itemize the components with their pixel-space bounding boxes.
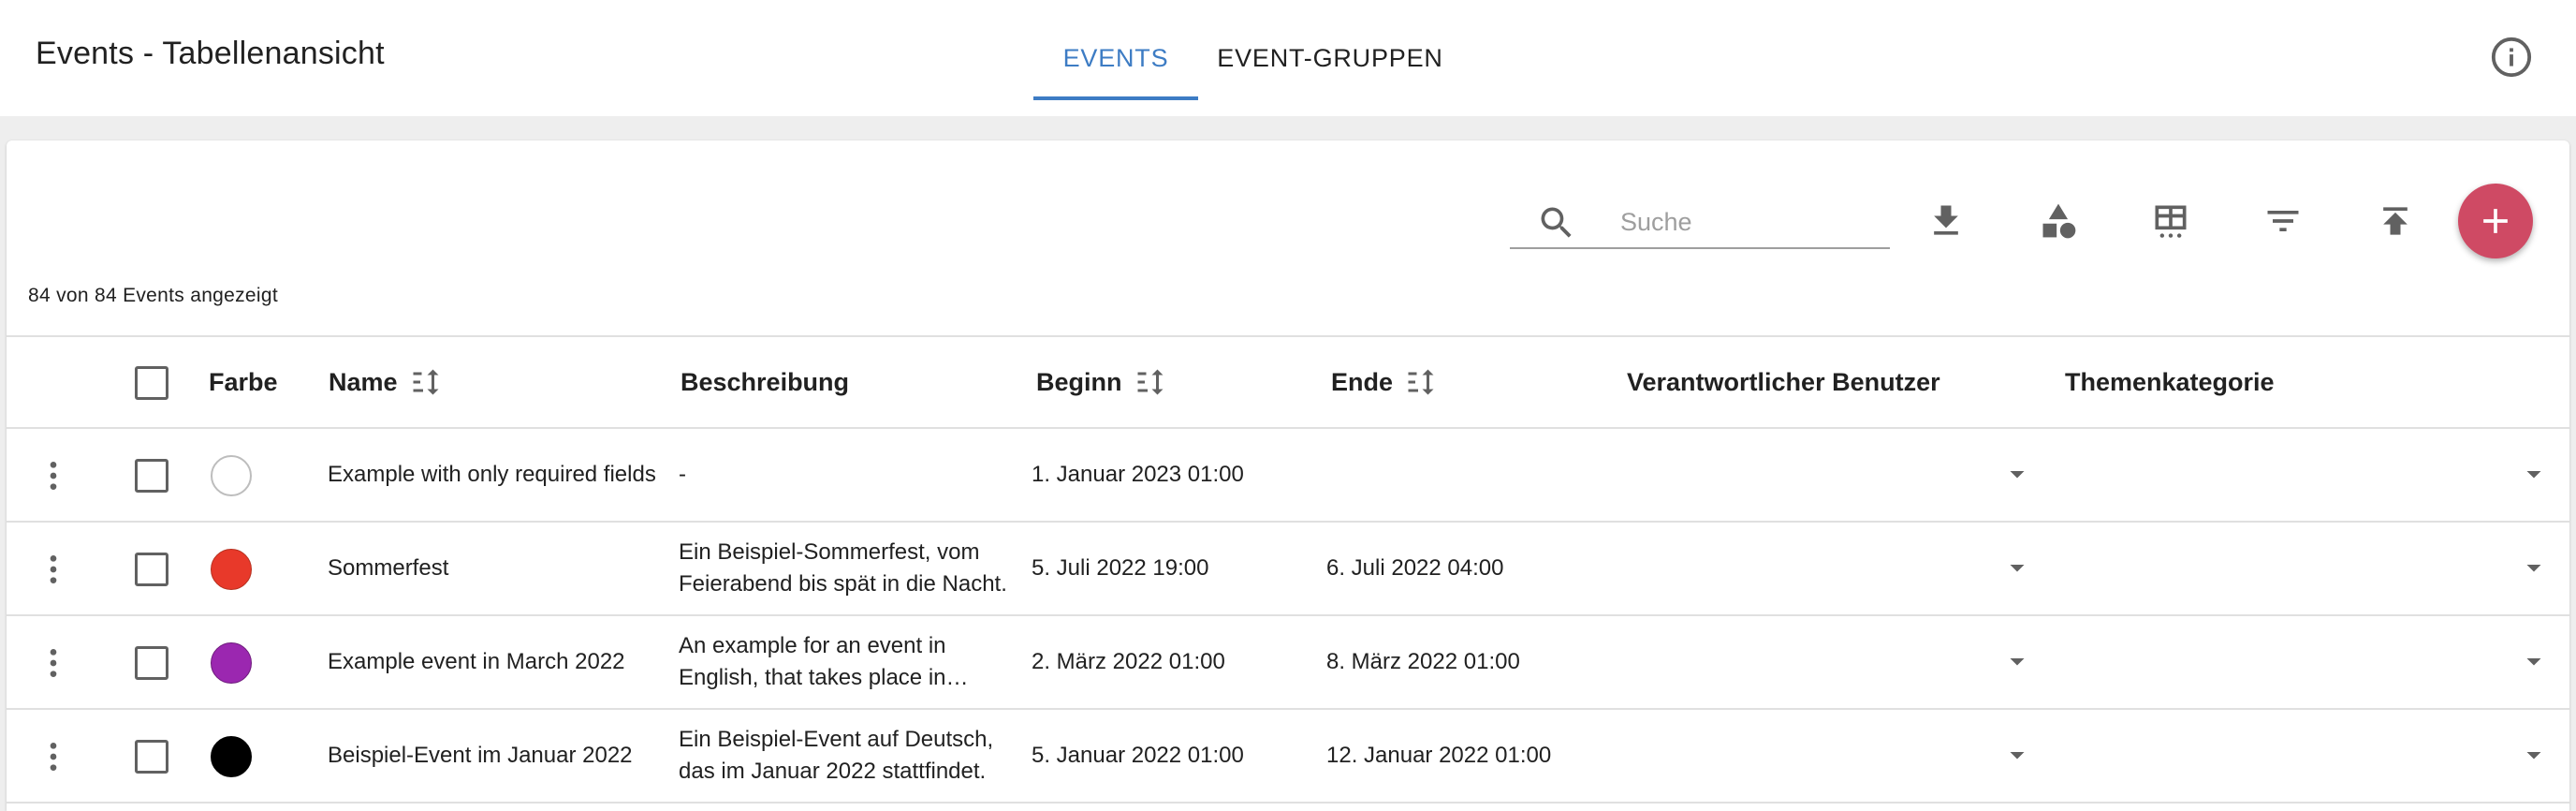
table-row[interactable]: Example with only required fields - 1. J… <box>7 429 2569 523</box>
event-start: 5. Juli 2022 19:00 <box>1032 555 1209 581</box>
sort-icon[interactable] <box>1134 365 1167 399</box>
table-row[interactable]: Sommerfest Ein Beispiel-Sommerfest, vom … <box>7 523 2569 616</box>
color-swatch <box>211 642 252 684</box>
event-description-cell: Ein Beispiel-Sommerfest, vom Feierabend … <box>679 523 1010 614</box>
responsible-user-dropdown-icon[interactable] <box>2000 551 2034 584</box>
topic-category-dropdown-icon[interactable] <box>2517 644 2551 678</box>
event-name: Example event in March 2022 <box>328 649 625 674</box>
row-menu-icon[interactable] <box>35 549 72 590</box>
column-header-end[interactable]: Ende <box>1331 337 1438 427</box>
event-description-cell: - <box>679 429 1010 521</box>
active-tab-indicator <box>1033 96 1198 100</box>
event-description: - <box>679 462 686 487</box>
color-swatch <box>211 549 252 590</box>
table-row[interactable]: Example event in March 2022 An example f… <box>7 616 2569 710</box>
select-all-checkbox[interactable] <box>135 366 168 400</box>
responsible-user-dropdown-icon[interactable] <box>2000 457 2034 491</box>
category-button[interactable] <box>2032 195 2085 247</box>
event-start: 1. Januar 2023 01:00 <box>1032 462 1244 487</box>
event-name: Beispiel-Event im Januar 2022 <box>328 743 633 768</box>
column-header-responsible-user: Verantwortlicher Benutzer <box>1627 367 1940 396</box>
row-checkbox[interactable] <box>135 553 168 586</box>
sort-icon[interactable] <box>409 365 443 399</box>
event-name-cell: Example with only required fields <box>328 429 663 521</box>
row-checkbox[interactable] <box>135 740 168 774</box>
events-table: Farbe Name Beschreibung Beginn Ende Vera… <box>7 335 2569 804</box>
plus-icon <box>2483 209 2508 233</box>
upload-icon <box>2383 207 2408 235</box>
column-header-name[interactable]: Name <box>329 337 443 427</box>
event-name: Example with only required fields <box>328 462 656 487</box>
download-button[interactable] <box>1920 195 1972 247</box>
column-header-name-label: Name <box>329 367 398 396</box>
color-swatch <box>211 736 252 777</box>
row-menu-icon[interactable] <box>35 642 72 684</box>
column-header-description: Beschreibung <box>681 367 850 396</box>
search-icon <box>1541 207 1572 238</box>
column-view-button[interactable] <box>2144 195 2197 247</box>
filter-icon <box>2267 211 2299 231</box>
column-header-start[interactable]: Beginn <box>1036 337 1167 427</box>
column-header-topic-category: Themenkategorie <box>2065 367 2275 396</box>
add-event-button[interactable] <box>2458 184 2533 258</box>
column-header-color: Farbe <box>209 367 278 396</box>
event-name: Sommerfest <box>328 555 449 581</box>
event-end: 8. März 2022 01:00 <box>1326 649 1520 674</box>
column-header-end-label: Ende <box>1331 367 1394 396</box>
table-row[interactable]: Beispiel-Event im Januar 2022 Ein Beispi… <box>7 710 2569 804</box>
event-name-cell: Sommerfest <box>328 523 663 614</box>
row-checkbox[interactable] <box>135 459 168 493</box>
column-header-start-label: Beginn <box>1036 367 1122 396</box>
color-swatch <box>211 455 252 496</box>
event-name-cell: Beispiel-Event im Januar 2022 <box>328 710 663 802</box>
search-field[interactable] <box>1510 197 1890 249</box>
upload-button[interactable] <box>2369 195 2422 247</box>
table-columns-icon <box>2155 205 2187 238</box>
event-end: 6. Juli 2022 04:00 <box>1326 555 1504 581</box>
topic-category-dropdown-icon[interactable] <box>2517 551 2551 584</box>
event-description: Ein Beispiel-Sommerfest, vom Feierabend … <box>679 539 1007 597</box>
info-icon[interactable] <box>2490 36 2533 79</box>
row-menu-icon[interactable] <box>35 455 72 496</box>
search-input[interactable] <box>1620 202 1882 242</box>
topic-category-dropdown-icon[interactable] <box>2517 738 2551 772</box>
event-start: 5. Januar 2022 01:00 <box>1032 743 1244 768</box>
tab-event-groups[interactable]: EVENT-GRUPPEN <box>1198 0 1462 116</box>
sort-icon[interactable] <box>1404 365 1438 399</box>
topic-category-dropdown-icon[interactable] <box>2517 457 2551 491</box>
event-description: An example for an event in English, that… <box>679 633 946 690</box>
row-checkbox[interactable] <box>135 646 168 680</box>
app-bar: Events - Tabellenansicht EVENTS EVENT-GR… <box>0 0 2576 116</box>
event-count: 84 von 84 Events angezeigt <box>28 285 278 306</box>
shapes-icon <box>2042 203 2076 239</box>
download-icon <box>1934 205 1958 235</box>
event-description-cell: An example for an event in English, that… <box>679 616 1010 708</box>
event-description-cell: Ein Beispiel-Event auf Deutsch, das im J… <box>679 710 1010 802</box>
page-title: Events - Tabellenansicht <box>36 36 385 71</box>
event-description: Ein Beispiel-Event auf Deutsch, das im J… <box>679 727 994 784</box>
event-start: 2. März 2022 01:00 <box>1032 649 1225 674</box>
event-name-cell: Example event in March 2022 <box>328 616 663 708</box>
events-table-card: 84 von 84 Events angezeigt Farbe Name Be… <box>7 140 2569 811</box>
table-header-row: Farbe Name Beschreibung Beginn Ende Vera… <box>7 335 2569 429</box>
responsible-user-dropdown-icon[interactable] <box>2000 738 2034 772</box>
filter-button[interactable] <box>2257 195 2309 247</box>
responsible-user-dropdown-icon[interactable] <box>2000 644 2034 678</box>
row-menu-icon[interactable] <box>35 736 72 777</box>
event-end: 12. Januar 2022 01:00 <box>1326 743 1552 768</box>
